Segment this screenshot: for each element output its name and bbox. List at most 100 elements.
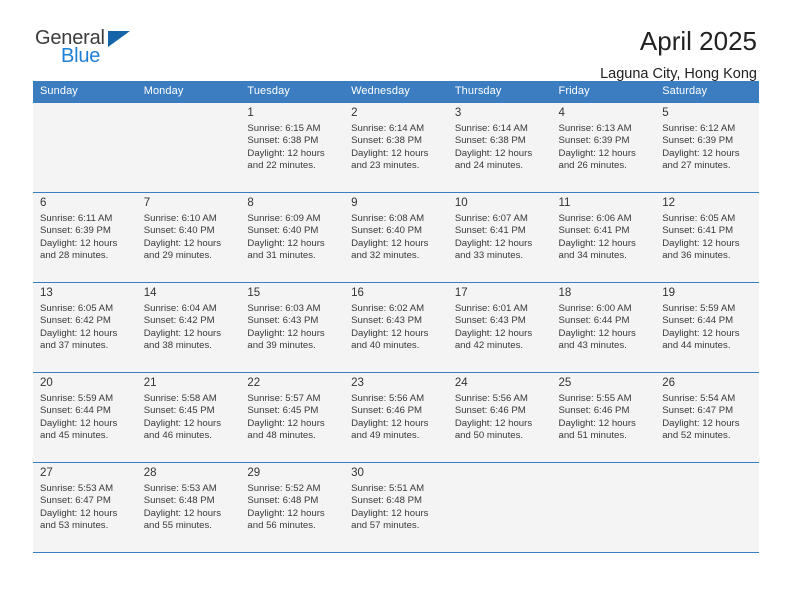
day-number: 11 [558,197,571,209]
calendar-day-cell[interactable]: 4 Sunrise: 6:13 AM Sunset: 6:39 PM Daylight… [551,102,656,193]
sunset-text: Sunset: 6:41 PM [454,225,526,237]
day-cell-content: 5 Sunrise: 6:12 AM Sunset: 6:39 PM Daylight… [655,103,759,189]
day-detail: Sunrise: 6:15 AM Sunset: 6:38 PM Daylight:… [247,123,337,173]
sunrise-text: Sunrise: 5:53 AM [143,483,217,494]
day-detail: Sunrise: 6:10 AM Sunset: 6:40 PM Daylight:… [144,213,234,263]
calendar-day-cell[interactable]: 20 Sunrise: 5:59 AM Sunset: 6:44 PM Dayligh… [33,372,137,463]
sunset-text: Sunset: 6:38 PM [247,135,319,147]
weekday-header-sunday: Sunday [33,81,137,103]
sunset-text: Sunset: 6:47 PM [40,495,111,507]
daylight-text-line1: Daylight: 12 hours [247,147,325,159]
calendar-day-cell[interactable]: 23 Sunrise: 5:56 AM Sunset: 6:46 PM Dayligh… [344,372,448,463]
calendar-cell-empty [33,102,137,193]
sunrise-text: Sunrise: 5:59 AM [40,393,114,404]
sunset-text: Sunset: 6:46 PM [558,405,630,417]
brand-logo[interactable]: General Blue [33,28,145,66]
day-cell-content: 4 Sunrise: 6:13 AM Sunset: 6:39 PM Daylight… [552,103,656,189]
calendar-page: General Blue April 2025 Laguna City, Hon… [0,0,792,612]
sunrise-text: Sunrise: 5:53 AM [40,483,114,494]
calendar-day-cell[interactable]: 25 Sunrise: 5:55 AM Sunset: 6:46 PM Dayligh… [551,372,656,463]
calendar-day-cell[interactable]: 26 Sunrise: 5:54 AM Sunset: 6:47 PM Dayligh… [655,372,759,463]
calendar-day-cell[interactable]: 6 Sunrise: 6:11 AM Sunset: 6:39 PM Daylight… [33,192,137,283]
sunset-text: Sunset: 6:48 PM [247,495,319,507]
day-detail: Sunrise: 6:05 AM Sunset: 6:41 PM Daylight:… [662,213,752,263]
day-cell-content: 8 Sunrise: 6:09 AM Sunset: 6:40 PM Daylight… [240,193,344,279]
calendar-day-cell[interactable]: 5 Sunrise: 6:12 AM Sunset: 6:39 PM Daylight… [655,102,759,193]
sunset-text: Sunset: 6:41 PM [558,225,630,237]
calendar-day-cell[interactable]: 24 Sunrise: 5:56 AM Sunset: 6:46 PM Dayligh… [447,372,552,463]
daylight-text-line2: and 51 minutes. [558,430,627,442]
sunset-text: Sunset: 6:39 PM [40,225,111,237]
sunset-text: Sunset: 6:41 PM [662,225,734,237]
calendar-day-cell[interactable]: 30 Sunrise: 5:51 AM Sunset: 6:48 PM Dayligh… [344,462,448,553]
day-detail: Sunrise: 5:55 AM Sunset: 6:46 PM Daylight:… [559,393,649,443]
calendar-day-cell[interactable]: 22 Sunrise: 5:57 AM Sunset: 6:45 PM Dayligh… [240,372,345,463]
daylight-text-line1: Daylight: 12 hours [143,507,222,519]
calendar-cell-empty [551,462,656,553]
weekday-header-thursday: Thursday [447,81,552,103]
sunset-text: Sunset: 6:44 PM [558,315,630,327]
daylight-text-line2: and 22 minutes. [247,160,316,172]
calendar-day-cell[interactable]: 8 Sunrise: 6:09 AM Sunset: 6:40 PM Daylight… [240,192,345,283]
calendar-day-cell[interactable]: 16 Sunrise: 6:02 AM Sunset: 6:43 PM Dayligh… [344,282,448,373]
calendar-day-cell[interactable]: 14 Sunrise: 6:04 AM Sunset: 6:42 PM Dayligh… [136,282,241,373]
day-cell-content: 1 Sunrise: 6:15 AM Sunset: 6:38 PM Daylight… [240,103,344,189]
day-cell-content: 15 Sunrise: 6:03 AM Sunset: 6:43 PM Dayligh… [240,283,344,369]
daylight-text-line2: and 43 minutes. [558,340,627,352]
sunrise-text: Sunrise: 6:14 AM [454,123,528,134]
day-number: 7 [143,197,151,209]
daylight-text-line1: Daylight: 12 hours [40,417,118,429]
calendar-week-row: 20 Sunrise: 5:59 AM Sunset: 6:44 PM Dayligh… [33,372,759,463]
sunset-text: Sunset: 6:38 PM [351,135,423,147]
day-cell-content: 13 Sunrise: 6:05 AM Sunset: 6:42 PM Dayligh… [33,283,137,369]
calendar-day-cell[interactable]: 9 Sunrise: 6:08 AM Sunset: 6:40 PM Daylight… [344,192,448,283]
calendar-day-cell[interactable]: 27 Sunrise: 5:53 AM Sunset: 6:47 PM Dayligh… [33,462,137,553]
day-cell-content: 27 Sunrise: 5:53 AM Sunset: 6:47 PM Dayligh… [33,463,137,549]
calendar-day-cell[interactable]: 11 Sunrise: 6:06 AM Sunset: 6:41 PM Dayligh… [551,192,656,283]
calendar-day-cell[interactable]: 28 Sunrise: 5:53 AM Sunset: 6:48 PM Dayligh… [136,462,241,553]
calendar-day-cell[interactable]: 1 Sunrise: 6:15 AM Sunset: 6:38 PM Daylight… [240,102,345,193]
day-cell-content: 21 Sunrise: 5:58 AM Sunset: 6:45 PM Dayligh… [137,373,241,459]
daylight-text-line2: and 39 minutes. [247,340,316,352]
calendar-day-cell[interactable]: 15 Sunrise: 6:03 AM Sunset: 6:43 PM Dayligh… [240,282,345,373]
daylight-text-line2: and 49 minutes. [351,430,420,442]
day-cell-content: 18 Sunrise: 6:00 AM Sunset: 6:44 PM Dayligh… [552,283,656,369]
calendar-day-cell[interactable]: 3 Sunrise: 6:14 AM Sunset: 6:38 PM Daylight… [447,102,552,193]
daylight-text-line2: and 38 minutes. [143,340,212,352]
calendar-day-cell[interactable]: 13 Sunrise: 6:05 AM Sunset: 6:42 PM Dayligh… [33,282,137,373]
calendar-day-cell[interactable]: 2 Sunrise: 6:14 AM Sunset: 6:38 PM Daylight… [344,102,448,193]
day-detail: Sunrise: 6:09 AM Sunset: 6:40 PM Daylight:… [247,213,337,263]
daylight-text-line1: Daylight: 12 hours [662,237,740,249]
daylight-text-line2: and 40 minutes. [351,340,420,352]
calendar-day-cell[interactable]: 7 Sunrise: 6:10 AM Sunset: 6:40 PM Daylight… [136,192,241,283]
day-number: 4 [558,107,565,119]
calendar-day-cell[interactable]: 10 Sunrise: 6:07 AM Sunset: 6:41 PM Dayligh… [447,192,552,283]
sunset-text: Sunset: 6:40 PM [247,225,319,237]
calendar-day-cell[interactable]: 19 Sunrise: 5:59 AM Sunset: 6:44 PM Dayligh… [655,282,759,373]
sunset-text: Sunset: 6:43 PM [247,315,319,327]
calendar-week-row: 13 Sunrise: 6:05 AM Sunset: 6:42 PM Dayligh… [33,282,759,373]
sunset-text: Sunset: 6:42 PM [40,315,111,327]
calendar-day-cell[interactable]: 12 Sunrise: 6:05 AM Sunset: 6:41 PM Dayligh… [655,192,759,283]
calendar-week-row: 6 Sunrise: 6:11 AM Sunset: 6:39 PM Daylight… [33,192,759,283]
day-number: 1 [247,107,254,119]
day-number: 2 [351,107,358,119]
sunset-text: Sunset: 6:45 PM [143,405,215,417]
sunset-text: Sunset: 6:38 PM [454,135,526,147]
calendar-day-cell[interactable]: 17 Sunrise: 6:01 AM Sunset: 6:43 PM Dayligh… [447,282,552,373]
sunrise-text: Sunrise: 5:57 AM [247,393,321,404]
day-number: 23 [351,377,364,389]
sunrise-text: Sunrise: 6:00 AM [558,303,632,314]
sunset-text: Sunset: 6:48 PM [143,495,215,507]
day-cell-content: 24 Sunrise: 5:56 AM Sunset: 6:46 PM Dayligh… [448,373,552,459]
calendar-day-cell[interactable]: 29 Sunrise: 5:52 AM Sunset: 6:48 PM Dayligh… [240,462,345,553]
day-cell-content: 11 Sunrise: 6:06 AM Sunset: 6:41 PM Dayligh… [552,193,656,279]
sunset-text: Sunset: 6:39 PM [662,135,734,147]
calendar-day-cell[interactable]: 18 Sunrise: 6:00 AM Sunset: 6:44 PM Dayligh… [551,282,656,373]
sunrise-text: Sunrise: 6:12 AM [662,123,736,134]
page-title: April 2025 [639,26,757,56]
calendar-day-cell[interactable]: 21 Sunrise: 5:58 AM Sunset: 6:45 PM Dayligh… [136,372,241,463]
sunrise-text: Sunrise: 6:01 AM [454,303,528,314]
day-detail: Sunrise: 6:13 AM Sunset: 6:39 PM Daylight:… [559,123,649,173]
daylight-text-line2: and 37 minutes. [40,340,109,352]
